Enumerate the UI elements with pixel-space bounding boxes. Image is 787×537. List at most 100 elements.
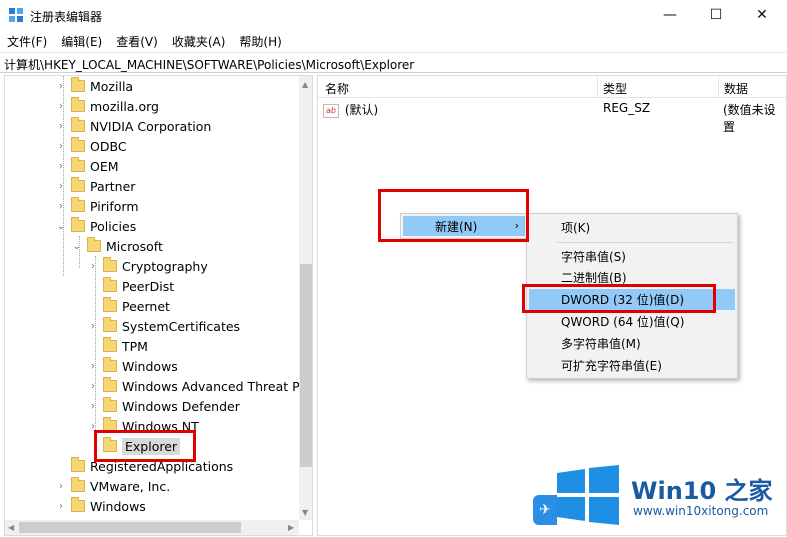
- title-bar: 注册表编辑器 — ☐ ✕: [0, 0, 787, 30]
- tree-node[interactable]: Peernet: [87, 296, 170, 316]
- collapsed-chevron-icon[interactable]: ›: [55, 141, 67, 152]
- tree-horizontal-scrollbar[interactable]: ◀ ▶: [5, 520, 299, 535]
- menu-view[interactable]: 查看(V): [109, 30, 165, 51]
- minimize-button[interactable]: —: [647, 0, 693, 30]
- folder-icon: [87, 237, 101, 252]
- tree-node-label: Cryptography: [122, 258, 208, 274]
- expanded-chevron-icon[interactable]: ⌄: [55, 221, 67, 232]
- tree-node[interactable]: PeerDist: [87, 276, 174, 296]
- column-divider[interactable]: [718, 76, 719, 98]
- folder-icon: [103, 377, 117, 392]
- column-header-data[interactable]: 数据: [724, 80, 748, 97]
- value-row[interactable]: ab (默认): [323, 101, 783, 121]
- scroll-down-icon[interactable]: ▼: [302, 508, 308, 517]
- tree-node-label: mozilla.org: [90, 98, 159, 114]
- folder-icon: [71, 177, 85, 192]
- menu-edit[interactable]: 编辑(E): [54, 30, 109, 51]
- collapsed-chevron-icon[interactable]: ›: [87, 401, 99, 412]
- tree-horizontal-scroll-thumb[interactable]: [19, 522, 241, 533]
- string-value-icon: ab: [323, 103, 339, 118]
- folder-icon: [71, 197, 85, 212]
- collapsed-chevron-icon[interactable]: ›: [87, 261, 99, 272]
- tree-node[interactable]: › SystemCertificates: [87, 316, 240, 336]
- collapsed-chevron-icon[interactable]: ›: [55, 121, 67, 132]
- collapsed-chevron-icon[interactable]: ›: [87, 321, 99, 332]
- tree-node-label: TPM: [122, 338, 148, 354]
- regedit-app-icon: [9, 8, 23, 22]
- tree-node-label: NVIDIA Corporation: [90, 118, 212, 134]
- column-header-type[interactable]: 类型: [603, 80, 627, 97]
- scroll-left-icon[interactable]: ◀: [8, 523, 14, 532]
- column-header-name[interactable]: 名称: [325, 80, 349, 97]
- registry-key-tree[interactable]: › Mozilla › mozilla.org › NVIDIA Corporation ›…: [4, 75, 313, 536]
- collapsed-chevron-icon[interactable]: ›: [55, 161, 67, 172]
- menu-bar: 文件(F) 编辑(E) 查看(V) 收藏夹(A) 帮助(H): [0, 30, 787, 51]
- column-divider[interactable]: [597, 76, 598, 98]
- folder-icon: [103, 297, 117, 312]
- collapsed-chevron-icon[interactable]: ›: [87, 381, 99, 392]
- collapsed-chevron-icon[interactable]: ›: [55, 101, 67, 112]
- folder-icon: [71, 457, 85, 472]
- scroll-right-icon[interactable]: ▶: [288, 523, 294, 532]
- tree-node[interactable]: › Windows Defender: [87, 396, 240, 416]
- collapsed-chevron-icon[interactable]: ›: [55, 481, 67, 492]
- address-bar[interactable]: 计算机\HKEY_LOCAL_MACHINE\SOFTWARE\Policies…: [0, 52, 787, 73]
- collapsed-chevron-icon[interactable]: ›: [55, 81, 67, 92]
- menu-item-expandable-string-value[interactable]: 可扩充字符串值(E): [529, 355, 735, 376]
- tree-node[interactable]: › Windows: [87, 356, 178, 376]
- tree-vertical-scrollbar[interactable]: ▲ ▼: [299, 76, 312, 520]
- tree-node-label: Windows: [90, 498, 146, 514]
- watermark-site: www.win10xitong.com: [633, 504, 769, 518]
- tree-node[interactable]: › Cryptography: [87, 256, 208, 276]
- tree-node[interactable]: › VMware, Inc.: [55, 476, 170, 496]
- expanded-chevron-icon[interactable]: ⌄: [71, 241, 83, 252]
- tree-vertical-scroll-thumb[interactable]: [300, 264, 312, 467]
- tree-node[interactable]: › Windows Advanced Threat Pr: [87, 376, 305, 396]
- tree-node[interactable]: › Mozilla: [55, 76, 133, 96]
- menu-item-multi-string-value[interactable]: 多字符串值(M): [529, 333, 735, 354]
- tree-node[interactable]: ⌄ Microsoft: [71, 236, 163, 256]
- tree-node[interactable]: › Windows: [55, 496, 146, 516]
- annotation-box-explorer: [94, 430, 196, 462]
- tree-node-label: SystemCertificates: [122, 318, 241, 334]
- tree-node-label: Piriform: [90, 198, 139, 214]
- annotation-box-dword: [522, 284, 716, 313]
- tree-node[interactable]: › ODBC: [55, 136, 127, 156]
- value-name: (默认): [344, 103, 379, 117]
- tree-node-label: Windows Defender: [122, 398, 240, 414]
- menu-item-key[interactable]: 项(K): [529, 217, 735, 238]
- menu-favorites[interactable]: 收藏夹(A): [165, 30, 233, 51]
- menu-item-string-value[interactable]: 字符串值(S): [529, 246, 735, 267]
- tree-node-label: ODBC: [90, 138, 127, 154]
- tree-node-label: OEM: [90, 158, 119, 174]
- tree-node[interactable]: › mozilla.org: [55, 96, 159, 116]
- tree-node-label: Policies: [90, 218, 137, 234]
- collapsed-chevron-icon[interactable]: ›: [55, 501, 67, 512]
- value-type: REG_SZ: [603, 101, 651, 115]
- collapsed-chevron-icon[interactable]: ›: [55, 181, 67, 192]
- tree-node-label: VMware, Inc.: [90, 478, 171, 494]
- maximize-button[interactable]: ☐: [693, 0, 739, 30]
- tree-node[interactable]: › NVIDIA Corporation: [55, 116, 211, 136]
- list-header: 名称 类型 数据: [318, 76, 786, 98]
- folder-icon: [103, 277, 117, 292]
- collapsed-chevron-icon[interactable]: ›: [87, 361, 99, 372]
- close-button[interactable]: ✕: [739, 0, 785, 30]
- collapsed-chevron-icon[interactable]: ›: [55, 201, 67, 212]
- folder-icon: [71, 217, 85, 232]
- folder-icon: [71, 477, 85, 492]
- folder-icon: [103, 357, 117, 372]
- tree-node[interactable]: › OEM: [55, 156, 119, 176]
- menu-file[interactable]: 文件(F): [0, 30, 54, 51]
- scroll-up-icon[interactable]: ▲: [302, 80, 308, 89]
- menu-help[interactable]: 帮助(H): [232, 30, 288, 51]
- tree-node[interactable]: › Partner: [55, 176, 135, 196]
- tree-node-label: Windows: [122, 358, 178, 374]
- watermark-brand: Win10 之家: [631, 477, 773, 505]
- menu-item-qword-value[interactable]: QWORD (64 位)值(Q): [529, 311, 735, 332]
- tree-node[interactable]: ⌄ Policies: [55, 216, 136, 236]
- value-data: (数值未设置: [723, 103, 776, 134]
- tree-node[interactable]: TPM: [87, 336, 148, 356]
- windows-logo-icon: [557, 465, 619, 525]
- tree-node[interactable]: › Piriform: [55, 196, 139, 216]
